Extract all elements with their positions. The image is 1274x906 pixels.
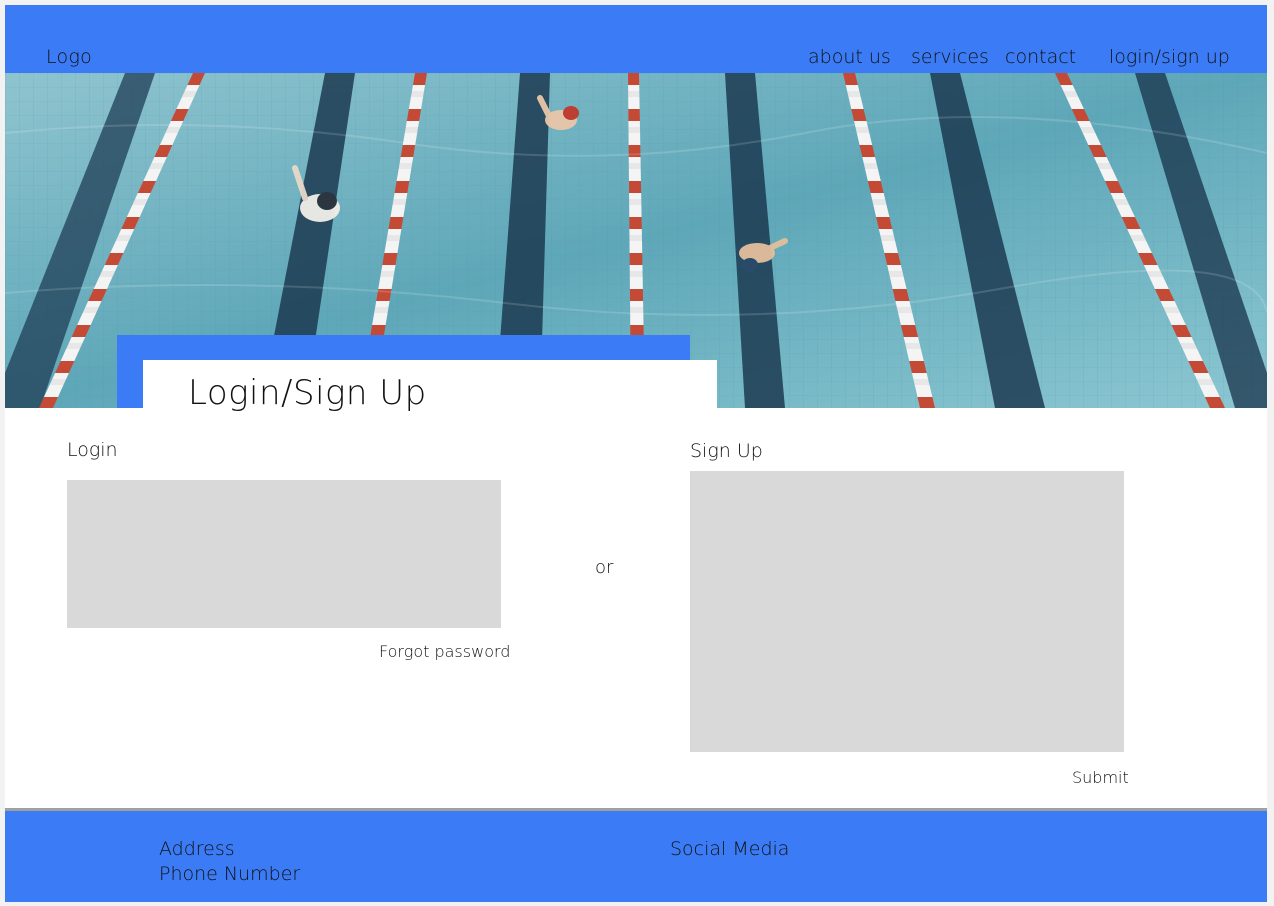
nav-services[interactable]: services (911, 46, 989, 68)
login-form-placeholder[interactable] (67, 480, 501, 628)
footer-phone-number: Phone Number (159, 863, 301, 885)
footer-address: Address (159, 838, 235, 860)
forgot-password-link[interactable]: Forgot password (379, 642, 510, 661)
signup-heading: Sign Up (690, 440, 763, 462)
submit-button[interactable]: Submit (1072, 768, 1129, 787)
nav-login-sign-up[interactable]: login/sign up (1109, 46, 1230, 68)
page-frame: Logo about us services contact login/sig… (5, 5, 1267, 902)
page-title: Login/Sign Up (188, 373, 427, 413)
signup-form-placeholder[interactable] (690, 471, 1124, 752)
nav-about-us[interactable]: about us (808, 46, 891, 68)
footer: Address Phone Number Social Media (5, 811, 1267, 902)
or-divider-text: or (595, 557, 614, 578)
header-bar: Logo about us services contact login/sig… (5, 5, 1267, 73)
login-heading: Login (67, 439, 118, 461)
nav-contact[interactable]: contact (1005, 46, 1076, 68)
footer-social-media[interactable]: Social Media (670, 838, 789, 860)
logo[interactable]: Logo (46, 46, 92, 68)
